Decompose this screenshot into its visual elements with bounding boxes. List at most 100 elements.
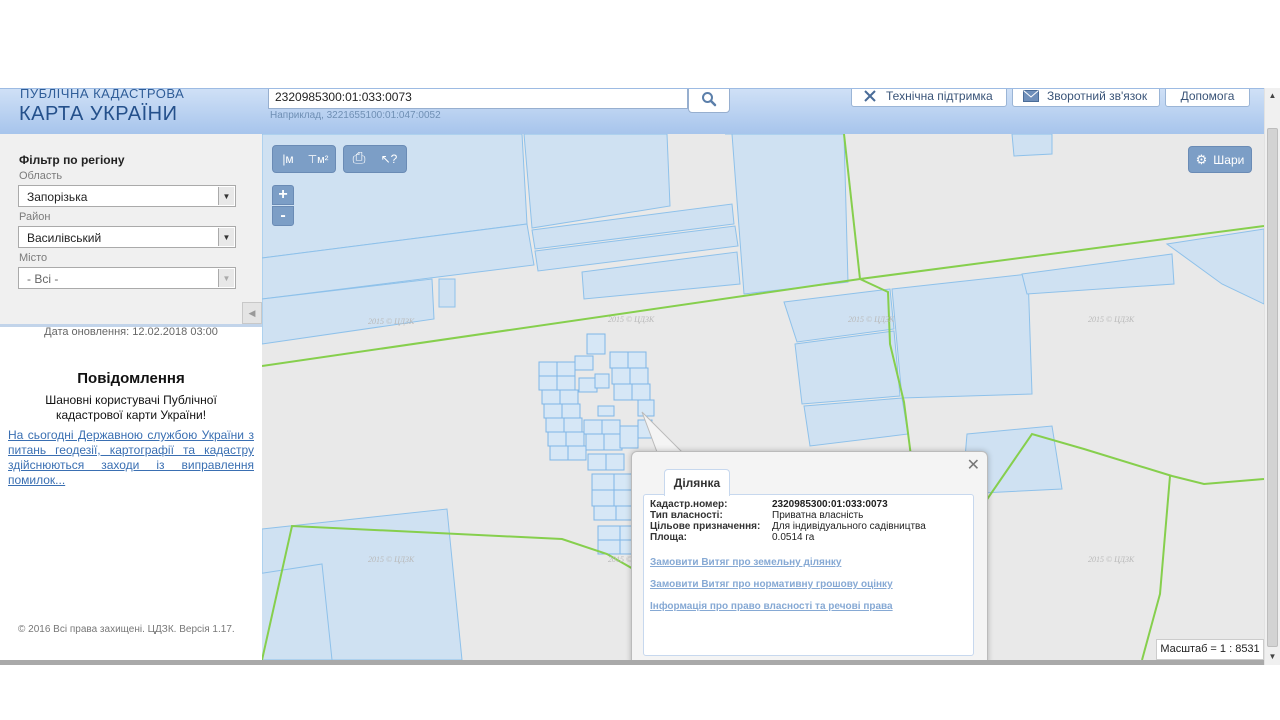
measure-length-icon[interactable]: |м (273, 152, 303, 166)
land-parcel (605, 453, 625, 471)
identify-icon[interactable]: ↖? (374, 152, 404, 166)
zoom-out-button[interactable]: - (272, 206, 294, 226)
scrollbar-thumb[interactable] (1267, 128, 1278, 647)
tab-parcel[interactable]: Ділянка (664, 469, 730, 496)
feedback-button[interactable]: Зворотний зв'язок (1012, 89, 1160, 107)
tools-toolbar: ⎙ ↖? (343, 145, 407, 173)
land-parcel (538, 375, 558, 391)
oblast-value: Запорізька (27, 190, 88, 204)
watermark-text: 2015 © ЦДЗК (848, 315, 895, 324)
technical-support-label: Технічна підтримка (886, 89, 993, 103)
technical-support-button[interactable]: Технічна підтримка (851, 89, 1007, 107)
land-parcel (613, 383, 633, 401)
land-parcel (541, 389, 561, 405)
land-parcel (547, 431, 567, 447)
zoom-in-button[interactable]: + (272, 185, 294, 205)
land-parcel (565, 431, 585, 447)
help-label: Допомога (1180, 89, 1235, 103)
land-parcel (1165, 228, 1264, 305)
land-parcel (725, 134, 849, 295)
land-parcel (583, 419, 603, 435)
feedback-label: Зворотний зв'язок (1047, 89, 1148, 103)
land-parcel (611, 367, 631, 385)
copyright: © 2016 Всі права захищені. ЦДЗК. Версія … (18, 624, 235, 635)
land-parcel (629, 367, 649, 385)
city-value: - Всі - (27, 272, 59, 286)
land-parcel (591, 489, 615, 507)
left-panel: Фільтр по регіону Область Запорізька ▼ Р… (0, 134, 262, 660)
popup-body: Кадастр.номер: 2320985300:01:033:0073 Ти… (643, 494, 974, 656)
info-label: Тип власності: (650, 510, 723, 521)
envelope-icon (1023, 90, 1039, 102)
land-parcel (578, 377, 598, 393)
gear-icon: ⚙ (1195, 151, 1208, 167)
notice-link[interactable]: На сьогодні Державною службою України з … (8, 428, 254, 488)
notice-text: Шановні користувачі Публічної кадастрово… (45, 393, 217, 422)
help-button[interactable]: Допомога (1165, 89, 1250, 107)
measure-area-icon[interactable]: ⊤м² (303, 153, 333, 166)
scale-indicator: Масштаб = 1 : 8531 (1156, 639, 1264, 660)
bottom-divider (0, 660, 1264, 665)
land-parcel (556, 375, 576, 391)
info-label: Цільове призначення: (650, 521, 761, 532)
print-icon[interactable]: ⎙ (344, 150, 374, 168)
land-parcel (603, 433, 623, 451)
raion-value: Василівський (27, 231, 102, 245)
logo-title-line1: ПУБЛІЧНА КАДАСТРОВА (20, 88, 185, 101)
land-parcel (538, 361, 558, 377)
scroll-down-icon[interactable]: ▼ (1265, 649, 1280, 665)
land-parcel (1011, 134, 1053, 157)
raion-select[interactable]: Василівський ▼ (18, 226, 236, 248)
land-parcel (627, 351, 647, 369)
collapse-panel-button[interactable]: ◀ (242, 302, 262, 324)
ownership-value: Приватна власність (772, 510, 864, 521)
land-parcel (561, 403, 581, 419)
land-parcel (601, 419, 621, 435)
cadastral-search-input[interactable] (269, 89, 686, 106)
land-parcel (563, 417, 583, 433)
land-parcel (891, 273, 1033, 399)
region-filter: Фільтр по регіону Область Запорізька ▼ Р… (0, 134, 262, 327)
chevron-left-icon: ◀ (248, 307, 256, 318)
order-extract-link[interactable]: Замовити Витяг про земельну ділянку (650, 557, 841, 568)
land-parcel (597, 525, 621, 541)
close-icon[interactable]: ✕ (967, 455, 980, 475)
map-canvas[interactable]: 2015 © ЦДЗК 2015 © ЦДЗК 2015 © ЦДЗК 2015… (262, 134, 1264, 660)
watermark-text: 2015 © ЦДЗК (1088, 315, 1135, 324)
oblast-select[interactable]: Запорізька ▼ (18, 185, 236, 207)
watermark-text: 2015 © ЦДЗК (368, 317, 415, 326)
layers-label: Шари (1213, 152, 1245, 167)
watermark-text: 2015 © ЦДЗК (368, 555, 415, 564)
info-label: Кадастр.номер: (650, 499, 728, 510)
logo-title-line2: КАРТА УКРАЇНИ (19, 103, 178, 125)
land-parcel (438, 278, 456, 308)
land-parcel (803, 397, 909, 447)
land-parcel (591, 473, 615, 491)
chevron-down-icon: ▼ (218, 228, 234, 246)
scroll-up-icon[interactable]: ▲ (1265, 88, 1280, 104)
chevron-down-icon: ▼ (218, 187, 234, 205)
tools-icon (864, 90, 876, 102)
land-parcel (549, 445, 569, 461)
ownership-info-link[interactable]: Інформація про право власності та речові… (650, 601, 893, 612)
land-parcel (585, 433, 605, 451)
search-button[interactable] (688, 89, 730, 113)
layers-button[interactable]: ⚙ Шари (1188, 146, 1252, 173)
land-parcel (631, 383, 651, 401)
land-parcel (794, 330, 901, 405)
header-bar: ПУБЛІЧНА КАДАСТРОВА КАРТА УКРАЇНИ Наприк… (0, 88, 1264, 135)
land-parcel (1021, 253, 1175, 295)
vertical-scrollbar[interactable]: ▲ ▼ (1264, 88, 1280, 665)
area-value: 0.0514 га (772, 532, 815, 543)
info-label: Площа: (650, 532, 687, 543)
land-parcel (609, 351, 629, 369)
filter-title: Фільтр по регіону (19, 153, 125, 167)
land-parcel (587, 453, 607, 471)
land-parcel (586, 333, 606, 355)
notice-title: Повідомлення (77, 370, 185, 387)
order-valuation-link[interactable]: Замовити Витяг про нормативну грошову оц… (650, 579, 893, 590)
land-parcel (545, 417, 565, 433)
parcel-info-popup: ✕ Ділянка Кадастр.номер: 2320985300:01:0… (631, 451, 988, 660)
city-select[interactable]: - Всі - ▼ (18, 267, 236, 289)
raion-label: Район (19, 211, 51, 223)
